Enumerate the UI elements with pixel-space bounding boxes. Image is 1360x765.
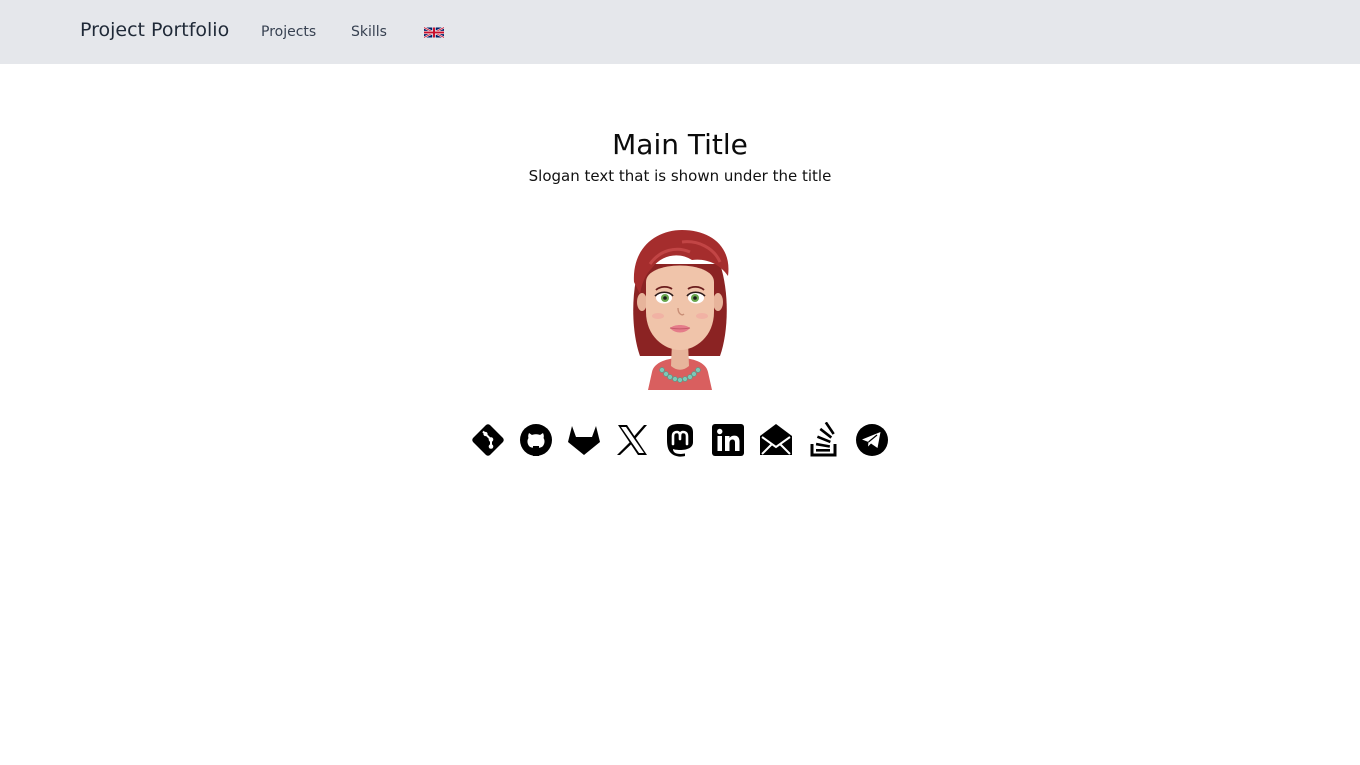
social-links (470, 422, 894, 458)
telegram-icon[interactable] (854, 422, 890, 458)
gitlab-icon[interactable] (566, 422, 602, 458)
nav-link-projects[interactable]: Projects (261, 24, 316, 40)
navbar: Project Portfolio Projects Skills (0, 0, 1360, 64)
page-slogan: Slogan text that is shown under the titl… (528, 167, 832, 185)
avatar (633, 230, 729, 390)
x-twitter-icon[interactable] (614, 422, 650, 458)
uk-flag-icon[interactable] (424, 26, 444, 39)
mastodon-icon[interactable] (662, 422, 698, 458)
nav-link-skills[interactable]: Skills (351, 24, 387, 40)
git-icon[interactable] (470, 422, 506, 458)
stackoverflow-icon[interactable] (806, 422, 842, 458)
brand-link[interactable]: Project Portfolio (80, 19, 229, 41)
email-icon[interactable] (758, 422, 794, 458)
page-title: Main Title (612, 128, 748, 161)
linkedin-icon[interactable] (710, 422, 746, 458)
github-icon[interactable] (518, 422, 554, 458)
